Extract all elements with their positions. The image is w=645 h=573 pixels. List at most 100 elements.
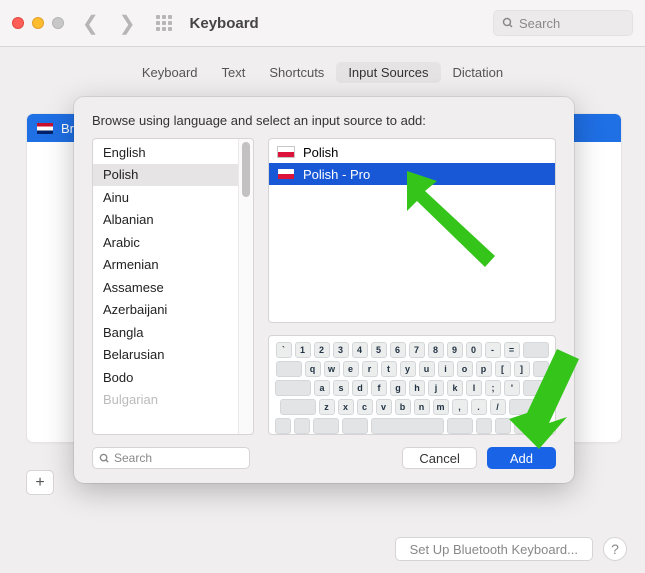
scrollbar-thumb[interactable] bbox=[242, 142, 250, 197]
add-source-button[interactable]: + bbox=[26, 470, 54, 495]
language-item[interactable]: Assamese bbox=[93, 276, 238, 299]
flag-icon bbox=[37, 123, 53, 134]
keyboard-key: ] bbox=[514, 361, 530, 377]
minimize-window-button[interactable] bbox=[32, 17, 44, 29]
scrollbar[interactable] bbox=[238, 139, 253, 434]
keyboard-key: a bbox=[314, 380, 330, 396]
keyboard-key bbox=[533, 418, 549, 434]
toolbar-search-field[interactable]: Search bbox=[493, 10, 633, 36]
keyboard-key: 8 bbox=[428, 342, 444, 358]
search-icon bbox=[502, 17, 514, 29]
sheet-search-field[interactable]: Search bbox=[92, 447, 250, 469]
keyboard-key: b bbox=[395, 399, 411, 415]
keyboard-key: q bbox=[305, 361, 321, 377]
language-item[interactable]: Bodo bbox=[93, 366, 238, 389]
add-input-source-sheet: Browse using language and select an inpu… bbox=[74, 97, 574, 483]
keyboard-key: l bbox=[466, 380, 482, 396]
source-label: Polish bbox=[303, 145, 338, 160]
tab-dictation[interactable]: Dictation bbox=[441, 62, 516, 83]
keyboard-key: - bbox=[485, 342, 501, 358]
keyboard-key bbox=[509, 399, 545, 415]
language-item[interactable]: Albanian bbox=[93, 209, 238, 232]
keyboard-key bbox=[447, 418, 473, 434]
keyboard-key: 4 bbox=[352, 342, 368, 358]
keyboard-key: 7 bbox=[409, 342, 425, 358]
keyboard-key bbox=[275, 380, 311, 396]
keyboard-key bbox=[276, 361, 302, 377]
keyboard-key: t bbox=[381, 361, 397, 377]
flag-pl-icon bbox=[277, 146, 295, 158]
keyboard-key: ; bbox=[485, 380, 501, 396]
search-icon bbox=[99, 453, 110, 464]
keyboard-key: h bbox=[409, 380, 425, 396]
keyboard-preview: `1234567890-= qwertyuiop[] asdfghjkl;' z… bbox=[268, 335, 556, 435]
cancel-button[interactable]: Cancel bbox=[402, 447, 476, 469]
keyboard-key: o bbox=[457, 361, 473, 377]
keyboard-key: x bbox=[338, 399, 354, 415]
keyboard-key bbox=[294, 418, 310, 434]
keyboard-key: 1 bbox=[295, 342, 311, 358]
keyboard-key: v bbox=[376, 399, 392, 415]
keyboard-key: j bbox=[428, 380, 444, 396]
language-item[interactable]: Bulgarian bbox=[93, 389, 238, 412]
keyboard-key bbox=[313, 418, 339, 434]
keyboard-key bbox=[514, 418, 530, 434]
keyboard-key bbox=[523, 342, 549, 358]
keyboard-key: . bbox=[471, 399, 487, 415]
keyboard-key: 5 bbox=[371, 342, 387, 358]
keyboard-key bbox=[523, 380, 549, 396]
show-all-icon[interactable] bbox=[156, 15, 172, 31]
help-button[interactable]: ? bbox=[603, 537, 627, 561]
keyboard-key: ` bbox=[276, 342, 292, 358]
tab-text[interactable]: Text bbox=[210, 62, 258, 83]
language-item[interactable]: Polish bbox=[93, 164, 238, 187]
language-item[interactable]: Ainu bbox=[93, 186, 238, 209]
language-item[interactable]: Armenian bbox=[93, 254, 238, 277]
add-button[interactable]: Add bbox=[487, 447, 556, 469]
bluetooth-keyboard-button[interactable]: Set Up Bluetooth Keyboard... bbox=[395, 537, 593, 561]
forward-button: ❯ bbox=[119, 11, 136, 36]
keyboard-key: , bbox=[452, 399, 468, 415]
keyboard-key: r bbox=[362, 361, 378, 377]
keyboard-key: w bbox=[324, 361, 340, 377]
keyboard-key bbox=[371, 418, 444, 434]
window-controls bbox=[12, 17, 64, 29]
keyboard-key: g bbox=[390, 380, 406, 396]
language-item[interactable]: English bbox=[93, 141, 238, 164]
keyboard-key: f bbox=[371, 380, 387, 396]
close-window-button[interactable] bbox=[12, 17, 24, 29]
keyboard-key: = bbox=[504, 342, 520, 358]
keyboard-key: 6 bbox=[390, 342, 406, 358]
source-item[interactable]: Polish - Pro bbox=[269, 163, 555, 185]
keyboard-key: 0 bbox=[466, 342, 482, 358]
keyboard-key: k bbox=[447, 380, 463, 396]
language-scroll[interactable]: English Polish Ainu Albanian Arabic Arme… bbox=[93, 139, 238, 434]
back-button[interactable]: ❮ bbox=[82, 11, 99, 36]
language-item[interactable]: Belarusian bbox=[93, 344, 238, 367]
sheet-search-placeholder: Search bbox=[114, 451, 152, 465]
sheet-prompt: Browse using language and select an inpu… bbox=[92, 113, 556, 128]
keyboard-key: 9 bbox=[447, 342, 463, 358]
keyboard-key: d bbox=[352, 380, 368, 396]
source-item[interactable]: Polish bbox=[269, 141, 555, 163]
keyboard-key: s bbox=[333, 380, 349, 396]
keyboard-key: 2 bbox=[314, 342, 330, 358]
flag-pl-icon bbox=[277, 168, 295, 180]
language-item[interactable]: Arabic bbox=[93, 231, 238, 254]
zoom-window-button bbox=[52, 17, 64, 29]
tab-shortcuts[interactable]: Shortcuts bbox=[257, 62, 336, 83]
tab-input-sources[interactable]: Input Sources bbox=[336, 62, 440, 83]
language-item[interactable]: Azerbaijani bbox=[93, 299, 238, 322]
keyboard-key bbox=[476, 418, 492, 434]
keyboard-key: p bbox=[476, 361, 492, 377]
keyboard-key: [ bbox=[495, 361, 511, 377]
language-list: English Polish Ainu Albanian Arabic Arme… bbox=[92, 138, 254, 435]
bottom-bar: Set Up Bluetooth Keyboard... ? bbox=[395, 537, 627, 561]
source-label: Polish - Pro bbox=[303, 167, 370, 182]
nav-arrows: ❮ ❯ bbox=[82, 11, 136, 36]
keyboard-key bbox=[280, 399, 316, 415]
language-item[interactable]: Bangla bbox=[93, 321, 238, 344]
tab-keyboard[interactable]: Keyboard bbox=[130, 62, 210, 83]
keyboard-key: m bbox=[433, 399, 449, 415]
keyboard-key: n bbox=[414, 399, 430, 415]
